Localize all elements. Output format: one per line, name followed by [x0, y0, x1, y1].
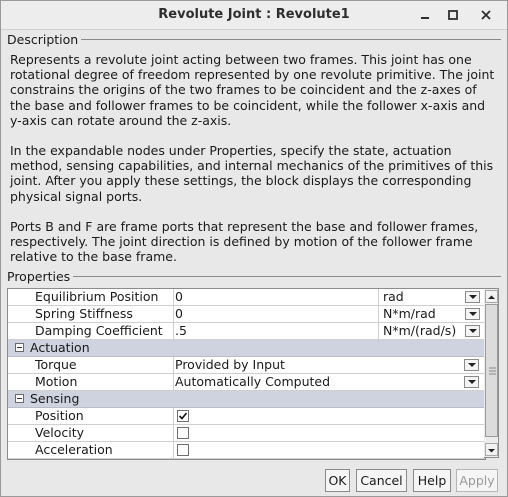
apply-button: Apply	[456, 469, 498, 492]
damping-coefficient-field[interactable]: .5	[175, 323, 379, 339]
scrollbar-thumb[interactable]	[485, 304, 498, 437]
title-bar: Revolute Joint : Revolute1	[1, 1, 507, 30]
help-button[interactable]: Help	[413, 469, 451, 492]
chevron-down-icon[interactable]	[465, 325, 480, 337]
torque-select[interactable]: Provided by Input	[175, 357, 484, 373]
property-name: Acceleration	[8, 442, 174, 458]
acceleration-checkbox[interactable]	[177, 444, 189, 456]
description-paragraph: Represents a revolute joint acting betwe…	[10, 52, 495, 128]
properties-divider	[7, 276, 501, 277]
maximize-icon	[448, 10, 458, 20]
close-button[interactable]	[475, 4, 497, 26]
property-name: Damping Coefficient	[8, 323, 174, 339]
damping-coefficient-unit-select[interactable]: N*m/(rad/s)	[378, 323, 484, 339]
scroll-up-button[interactable]	[485, 290, 498, 303]
cancel-button[interactable]: Cancel	[356, 469, 407, 492]
dialog-window: Revolute Joint : Revolute1 Description R…	[0, 0, 508, 497]
group-label: Sensing	[30, 391, 80, 406]
property-name: Velocity	[8, 425, 174, 441]
description-paragraph: In the expandable nodes under Properties…	[10, 143, 494, 204]
chevron-down-icon[interactable]	[465, 308, 480, 320]
position-checkbox[interactable]	[177, 410, 189, 422]
property-name: Equilibrium Position	[8, 289, 174, 305]
table-row: Torque Provided by Input	[8, 357, 485, 374]
ok-button[interactable]: OK	[325, 469, 350, 492]
description-label: Description	[7, 32, 82, 47]
description-text: Represents a revolute joint acting betwe…	[10, 52, 498, 264]
properties-table: Equilibrium Position 0 rad Spring Stiffn…	[7, 288, 486, 460]
table-row: Velocity	[8, 425, 485, 442]
minimize-button[interactable]	[414, 4, 436, 26]
chevron-down-icon[interactable]	[465, 291, 480, 303]
chevron-up-icon	[488, 295, 495, 299]
velocity-checkbox[interactable]	[177, 427, 189, 439]
checkmark-icon	[178, 412, 188, 420]
table-row: Damping Coefficient .5 N*m/(rad/s)	[8, 323, 485, 340]
table-row: Motion Automatically Computed	[8, 374, 485, 391]
table-row: Acceleration	[8, 442, 485, 459]
scroll-down-button[interactable]	[485, 443, 498, 456]
table-row: Equilibrium Position 0 rad	[8, 289, 485, 306]
chevron-down-icon[interactable]	[464, 376, 479, 388]
properties-scrollbar[interactable]	[484, 288, 499, 458]
minimize-icon	[421, 17, 429, 19]
unit-label: rad	[383, 289, 404, 304]
table-row: Position	[8, 408, 485, 425]
group-label: Actuation	[30, 340, 90, 355]
actuation-group-header[interactable]: Actuation	[8, 340, 485, 357]
grip-icon	[489, 367, 496, 375]
unit-label: N*m/(rad/s)	[383, 323, 457, 338]
property-name: Spring Stiffness	[8, 306, 174, 322]
property-name: Torque	[8, 357, 174, 373]
equilibrium-position-unit-select[interactable]: rad	[378, 289, 484, 305]
table-row: Spring Stiffness 0 N*m/rad	[8, 306, 485, 323]
chevron-down-icon[interactable]	[464, 359, 479, 371]
equilibrium-position-field[interactable]: 0	[175, 289, 379, 305]
property-name: Motion	[8, 374, 174, 390]
unit-label: N*m/rad	[383, 306, 436, 321]
motion-value: Automatically Computed	[175, 374, 331, 389]
maximize-button[interactable]	[442, 4, 464, 26]
sensing-group-header[interactable]: Sensing	[8, 391, 485, 408]
torque-value: Provided by Input	[175, 357, 285, 372]
property-name: Position	[8, 408, 174, 424]
spring-stiffness-field[interactable]: 0	[175, 306, 379, 322]
description-paragraph: Ports B and F are frame ports that repre…	[10, 218, 479, 265]
spring-stiffness-unit-select[interactable]: N*m/rad	[378, 306, 484, 322]
properties-label: Properties	[7, 269, 74, 284]
chevron-down-icon	[488, 449, 495, 453]
close-icon	[481, 10, 491, 20]
motion-select[interactable]: Automatically Computed	[175, 374, 484, 390]
